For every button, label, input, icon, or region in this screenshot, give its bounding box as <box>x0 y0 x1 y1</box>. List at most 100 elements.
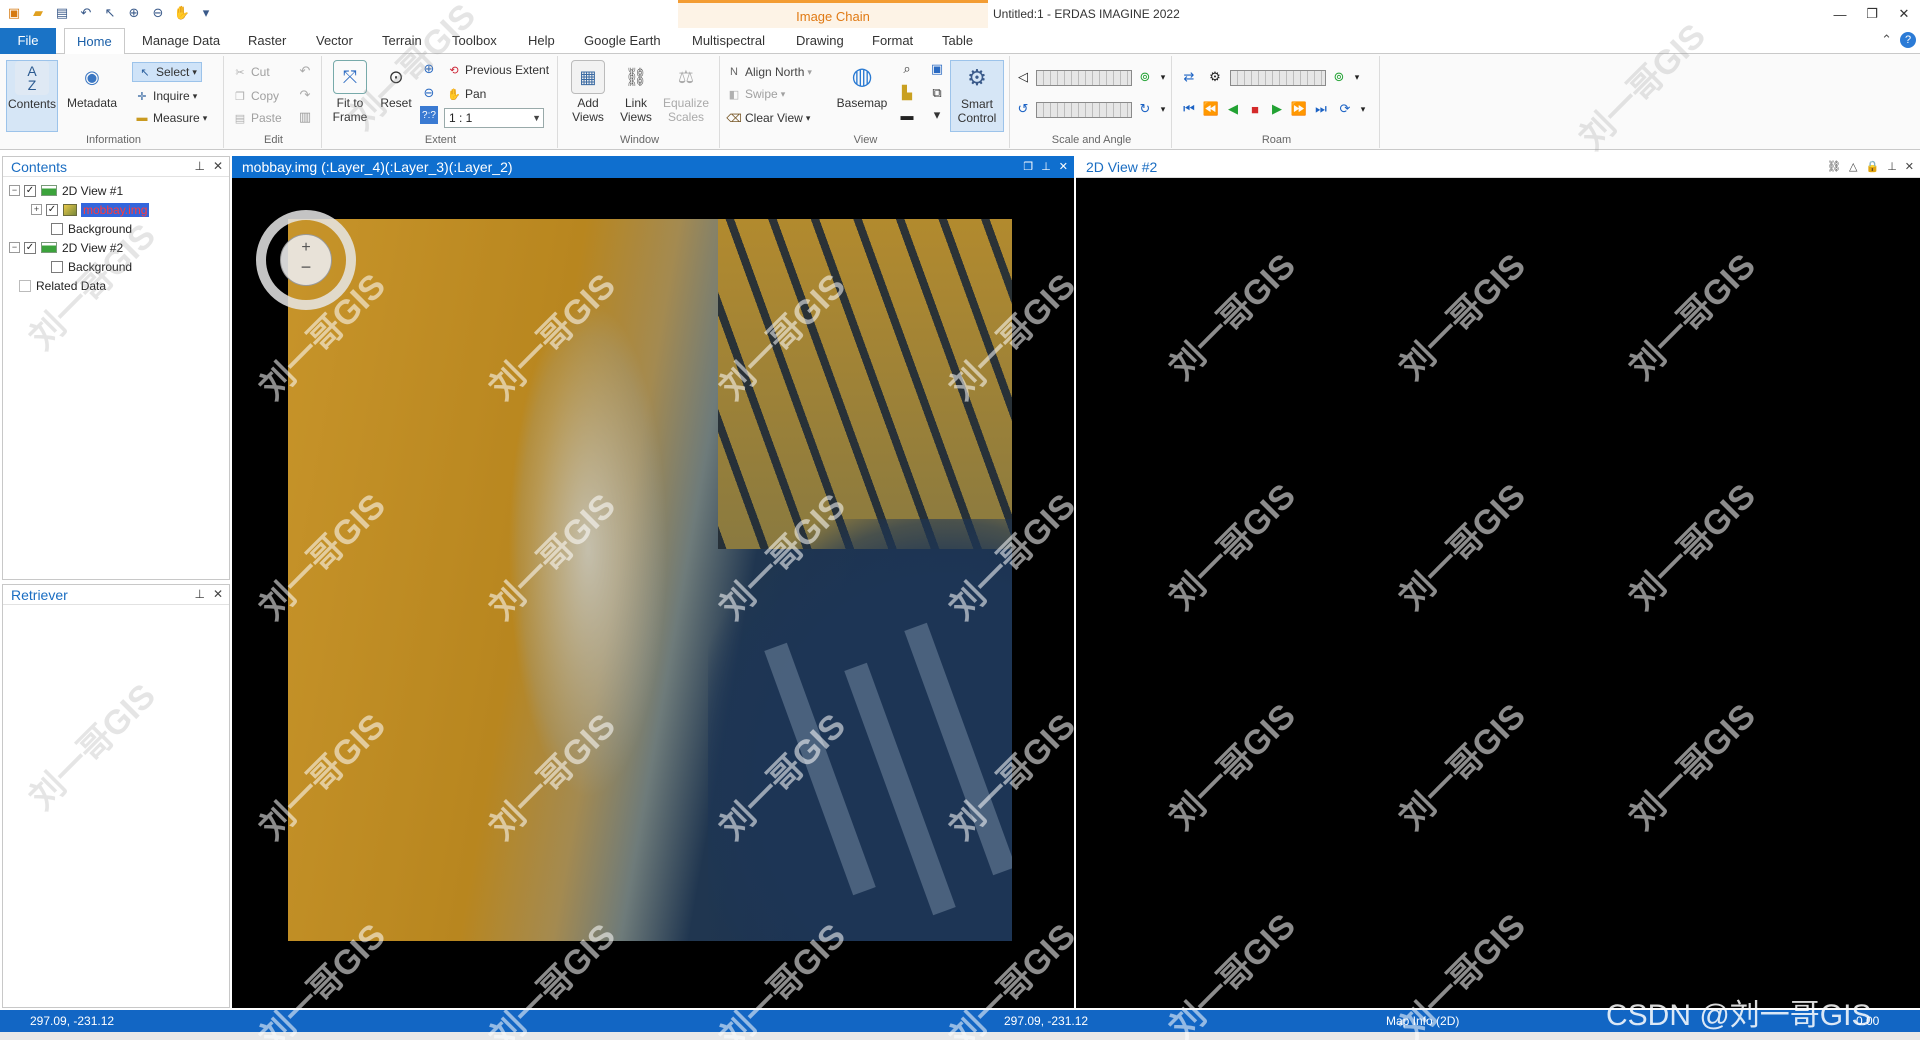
contents-button[interactable]: AZ Contents <box>6 60 58 132</box>
close-icon[interactable]: ✕ <box>1059 156 1068 178</box>
pin-icon[interactable]: ⊥ <box>1887 156 1897 178</box>
dropdown-arrow-icon[interactable]: ▾ <box>1348 68 1366 86</box>
roam-apply-icon[interactable]: ⊚ <box>1330 68 1348 86</box>
roam-swap-icon[interactable]: ⇄ <box>1180 68 1198 86</box>
zoom-out-icon[interactable]: − <box>281 257 331 278</box>
paste-button[interactable]: ▤ Paste <box>232 108 282 128</box>
tab-home[interactable]: Home <box>64 28 125 55</box>
save-icon[interactable]: ▤ <box>52 3 72 23</box>
roam-slider[interactable] <box>1230 70 1326 86</box>
pan-tool-icon[interactable]: ✋ <box>172 3 192 23</box>
zoom-in-icon[interactable]: + <box>281 239 331 257</box>
undo-icon[interactable]: ↶ <box>76 3 96 23</box>
tab-help[interactable]: Help <box>516 28 567 54</box>
rotate-apply-icon[interactable]: ↻ <box>1136 100 1154 118</box>
tree-item-mobbay[interactable]: + ✓ mobbay.img <box>9 200 150 219</box>
tree-item-2d-view-1[interactable]: − ✓ 2D View #1 <box>9 181 149 200</box>
tab-google-earth[interactable]: Google Earth <box>572 28 673 54</box>
tab-multispectral[interactable]: Multispectral <box>680 28 777 54</box>
tab-terrain[interactable]: Terrain <box>370 28 434 54</box>
edit-redo-icon[interactable]: ↷ <box>296 86 314 104</box>
checkbox-unchecked-icon[interactable] <box>51 222 63 235</box>
inquire-button[interactable]: ✛ Inquire ▾ <box>134 86 197 106</box>
pin-icon[interactable]: ⊥ <box>194 159 204 173</box>
tab-drawing[interactable]: Drawing <box>784 28 856 54</box>
pyramid-icon[interactable]: ▙ <box>898 84 916 102</box>
checkbox-checked-icon[interactable]: ✓ <box>24 241 36 254</box>
metadata-button[interactable]: ◉ Metadata <box>66 60 118 110</box>
measure-button[interactable]: ▬ Measure ▾ <box>134 108 208 128</box>
view-props-icon[interactable]: ⧉ <box>928 84 946 102</box>
smart-control-button[interactable]: ⚙ Smart Control <box>950 60 1004 132</box>
tab-toolbox[interactable]: Toolbox <box>440 28 509 54</box>
zoom-out-icon[interactable]: ⊖ <box>148 3 168 23</box>
tree-item-related-data[interactable]: Related Data <box>9 276 149 295</box>
pin-icon[interactable]: ⊥ <box>1041 156 1051 178</box>
tab-table[interactable]: Table <box>930 28 985 54</box>
collapse-ribbon-icon[interactable]: ⌃ <box>1881 32 1892 48</box>
pointer-icon[interactable]: ↖ <box>100 3 120 23</box>
tab-file[interactable]: File <box>0 28 56 54</box>
zoom-scale-icon[interactable]: ◁ <box>1014 68 1032 86</box>
reset-button[interactable]: ⊙ Reset <box>370 60 422 110</box>
layer-color-icon[interactable]: ▬ <box>898 106 916 124</box>
zoom-in-icon[interactable]: ⊕ <box>124 3 144 23</box>
basemap-button[interactable]: ◍ Basemap <box>832 60 892 111</box>
previous-extent-button[interactable]: ⟲ Previous Extent <box>446 60 549 80</box>
dropdown-arrow-icon[interactable]: ▾ <box>1154 68 1172 86</box>
equalize-scales-button[interactable]: ⚖ Equalize Scales <box>660 60 712 124</box>
help-icon[interactable]: ? <box>1900 32 1916 48</box>
fit-to-frame-button[interactable]: ⤧ Fit to Frame <box>324 60 376 124</box>
zoom-in-extent-icon[interactable]: ⊕ <box>420 60 438 78</box>
link-icon[interactable]: ⛓ <box>1827 156 1841 178</box>
open-folder-icon[interactable]: ▰ <box>28 3 48 23</box>
tree-item-background-2[interactable]: Background <box>9 257 149 276</box>
add-views-button[interactable]: ▦ Add Views <box>562 60 614 124</box>
clear-view-button[interactable]: ⌫ Clear View ▾ <box>726 108 810 128</box>
roam-settings-icon[interactable]: ⚙ <box>1206 68 1224 86</box>
close-icon[interactable]: ✕ <box>1888 0 1920 28</box>
checkbox-checked-icon[interactable]: ✓ <box>24 184 36 197</box>
mobbay-satellite-image[interactable] <box>288 219 1012 941</box>
step-forward-icon[interactable]: ⏩ <box>1290 100 1308 118</box>
tab-format[interactable]: Format <box>860 28 925 54</box>
checkbox-checked-icon[interactable]: ✓ <box>46 203 58 216</box>
restore-icon[interactable]: ❐ <box>1856 0 1888 28</box>
edit-undo-icon[interactable]: ↶ <box>296 62 314 80</box>
play-icon[interactable]: ▶ <box>1268 100 1286 118</box>
collapse-icon[interactable]: − <box>9 185 20 196</box>
restore-icon[interactable]: ❐ <box>1023 156 1033 178</box>
expand-icon[interactable]: + <box>31 204 42 215</box>
view-info-icon[interactable]: ▣ <box>928 60 946 78</box>
magnifier-icon[interactable]: ⌕ <box>898 60 916 78</box>
cut-button[interactable]: ✂ Cut <box>232 62 269 82</box>
swipe-button[interactable]: ◧ Swipe ▾ <box>726 84 785 104</box>
checkbox-unchecked-icon[interactable] <box>51 260 63 273</box>
last-icon[interactable]: ⏭ <box>1312 100 1330 118</box>
close-icon[interactable]: ✕ <box>1905 156 1914 178</box>
align-north-button[interactable]: N Align North ▾ <box>726 62 812 82</box>
scale-query-icon[interactable]: ?:? <box>420 106 438 124</box>
scale-combo[interactable]: 1 : 1 ▼ <box>444 108 544 128</box>
scale-apply-icon[interactable]: ⊚ <box>1136 68 1154 86</box>
step-back-icon[interactable]: ⏪ <box>1202 100 1220 118</box>
app-icon[interactable]: ▣ <box>4 3 24 23</box>
minimize-icon[interactable]: — <box>1824 0 1856 28</box>
tab-vector[interactable]: Vector <box>304 28 365 54</box>
first-icon[interactable]: ⏮ <box>1180 100 1198 118</box>
roam-options-icon[interactable]: ⟳ <box>1336 100 1354 118</box>
tab-manage-data[interactable]: Manage Data <box>130 28 232 54</box>
close-icon[interactable]: ✕ <box>213 159 223 173</box>
select-button[interactable]: ↖ Select ▾ <box>132 62 202 82</box>
copy-button[interactable]: ❐ Copy <box>232 86 279 106</box>
dropdown-arrow-icon[interactable]: ▾ <box>1154 100 1172 118</box>
lock-icon[interactable]: 🔒 <box>1865 156 1879 178</box>
angle-slider[interactable] <box>1036 102 1132 118</box>
clipboard-icon[interactable]: ▥ <box>296 108 314 126</box>
image-chain-context-tab[interactable]: Image Chain <box>678 0 988 28</box>
navigation-wheel[interactable]: + − <box>256 210 356 310</box>
pan-button[interactable]: ✋ Pan <box>446 84 486 104</box>
stop-icon[interactable]: ■ <box>1246 100 1264 118</box>
play-back-icon[interactable]: ◀ <box>1224 100 1242 118</box>
tree-item-background[interactable]: Background <box>9 219 149 238</box>
